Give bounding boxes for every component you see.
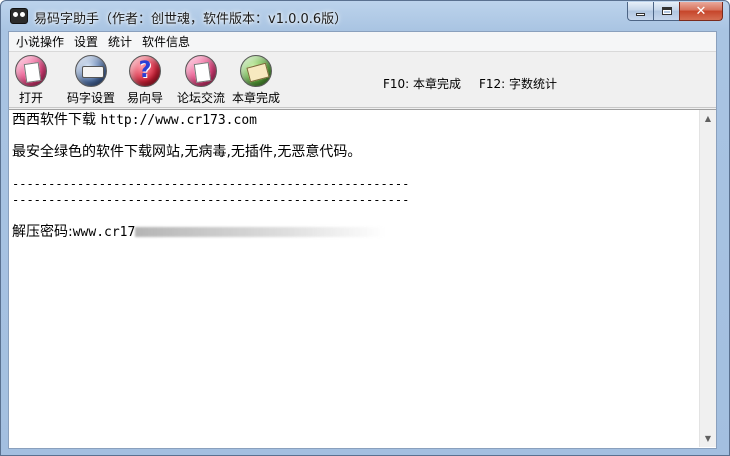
open-button-label: 打开 <box>18 91 43 105</box>
separator-line: ----------------------------------------… <box>12 193 410 207</box>
open-file-icon <box>15 55 47 87</box>
minimize-icon <box>636 12 645 16</box>
forum-button[interactable]: 论坛交流 <box>177 55 225 107</box>
title-bar[interactable]: 易码字助手（作者：创世魂，软件版本：v1.0.0.6版） ✕ <box>1 1 729 32</box>
menu-statistics[interactable]: 统计 <box>103 32 137 52</box>
question-mark-glyph: ? <box>138 58 152 83</box>
hotkey-f12: F12: 字数统计 <box>479 77 558 91</box>
window-title: 易码字助手（作者：创世魂，软件版本：v1.0.0.6版） <box>34 12 348 27</box>
blurred-text <box>135 227 386 237</box>
menu-software-info[interactable]: 软件信息 <box>137 32 195 52</box>
scroll-down-icon[interactable]: ▼ <box>700 430 716 447</box>
vertical-scrollbar[interactable]: ▲ ▼ <box>699 110 716 447</box>
hotkey-f10: F10: 本章完成 <box>383 77 462 91</box>
editor-content[interactable]: 西西软件下载 http://www.cr173.com 最安全绿色的软件下载网站… <box>12 112 692 240</box>
toolbar: 打开 码字设置 ? 易向导 论坛交流 本章完成 F10: 本章完成 F12: 字… <box>9 53 716 108</box>
chapter-complete-icon <box>240 55 272 87</box>
settings-icon <box>75 55 107 87</box>
wizard-button-label: 易向导 <box>127 91 164 105</box>
scroll-up-icon[interactable]: ▲ <box>700 110 716 127</box>
maximize-button[interactable] <box>653 2 679 21</box>
password-line: 解压密码:www.cr17 <box>12 224 692 240</box>
wizard-button[interactable]: ? 易向导 <box>127 55 163 107</box>
chapter-complete-button[interactable]: 本章完成 <box>232 55 280 107</box>
password-label: 解压密码: <box>12 224 73 240</box>
close-icon: ✕ <box>695 3 707 19</box>
menu-settings[interactable]: 设置 <box>69 32 103 52</box>
minimize-button[interactable] <box>627 2 653 21</box>
site-name-text: 西西软件下载 <box>12 112 101 128</box>
client-area: 小说操作 设置 统计 软件信息 打开 码字设置 ? 易向导 论坛交流 本章完成 … <box>8 31 717 449</box>
forum-icon <box>185 55 217 87</box>
chapter-complete-label: 本章完成 <box>232 91 281 105</box>
caption-buttons: ✕ <box>627 2 723 21</box>
menu-bar: 小说操作 设置 统计 软件信息 <box>9 32 716 52</box>
maximize-icon <box>661 7 672 15</box>
wizard-help-icon: ? <box>129 55 161 87</box>
text-editor[interactable]: 西西软件下载 http://www.cr173.com 最安全绿色的软件下载网站… <box>9 109 716 448</box>
close-button[interactable]: ✕ <box>679 2 723 21</box>
separator-line: ----------------------------------------… <box>12 177 410 191</box>
menu-novel-operations[interactable]: 小说操作 <box>11 32 69 52</box>
app-logo-icon[interactable] <box>10 8 28 24</box>
site-url-text: http://www.cr173.com <box>100 113 257 128</box>
forum-button-label: 论坛交流 <box>177 91 226 105</box>
typing-settings-button[interactable]: 码字设置 <box>67 55 115 107</box>
app-window: 易码字助手（作者：创世魂，软件版本：v1.0.0.6版） ✕ 小说操作 设置 统… <box>0 0 730 456</box>
password-value: www.cr17 <box>72 225 136 240</box>
editor-line: 最安全绿色的软件下载网站,无病毒,无插件,无恶意代码。 <box>12 144 362 160</box>
typing-settings-label: 码字设置 <box>67 91 116 105</box>
open-button[interactable]: 打开 <box>15 55 47 107</box>
editor-line: 西西软件下载 http://www.cr173.com <box>12 112 692 128</box>
